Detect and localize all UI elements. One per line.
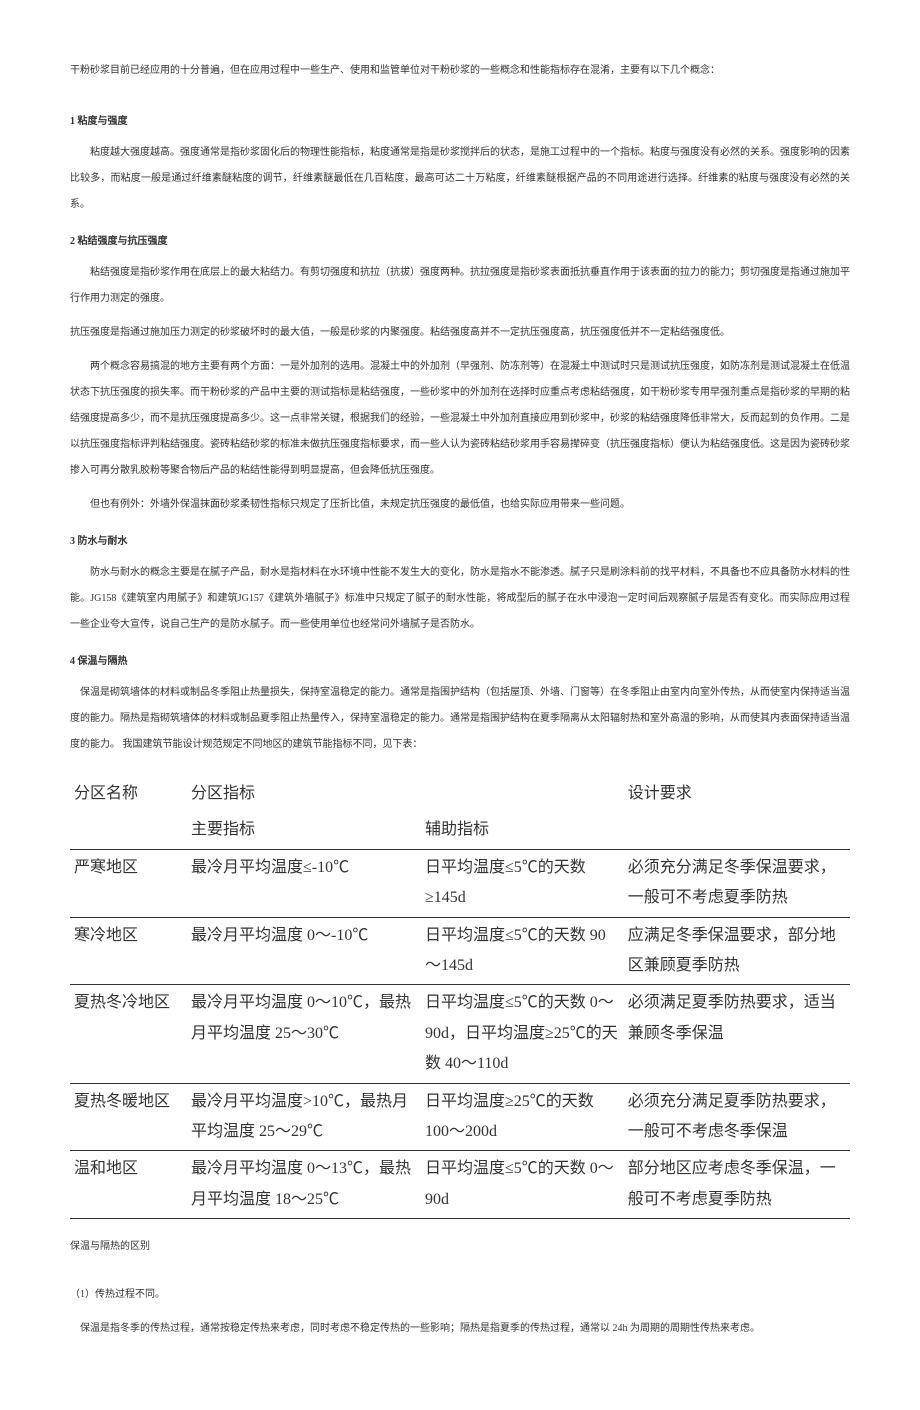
header-main: 主要指标 [187,812,421,849]
cell-req: 必须充分满足夏季防热要求，一般可不考虑冬季保温 [624,1083,850,1151]
section-1-paragraph: 粘度越大强度越高。强度通常是指砂浆固化后的物理性能指标，粘度通常是指是砂浆搅拌后… [70,140,850,218]
table-row: 寒冷地区 最冷月平均温度 0～-10℃ 日平均温度≤5℃的天数 90～145d … [70,917,850,985]
cell-req: 应满足冬季保温要求，部分地区兼顾夏季防热 [624,917,850,985]
climate-zone-table: 分区名称 分区指标 设计要求 主要指标 辅助指标 严寒地区 最冷月平均温度≤-1… [70,776,850,1219]
intro-paragraph: 干粉砂浆目前已经应用的十分普遍，但在应用过程中一些生产、使用和监管单位对干粉砂浆… [70,60,850,82]
section-2-paragraph-4: 但也有例外：外墙外保温抹面砂浆柔韧性指标只规定了压折比值，未规定抗压强度的最低值… [70,492,850,518]
header-indicator: 分区指标 [187,776,624,812]
end-paragraph-2: 保温是指冬季的传热过程，通常按稳定传热来考虑，同时考虑不稳定传热的一些影响；隔热… [70,1316,850,1342]
table-row: 严寒地区 最冷月平均温度≤-10℃ 日平均温度≤5℃的天数≥145d 必须充分满… [70,849,850,917]
table-row: 夏热冬冷地区 最冷月平均温度 0～10℃，最热月平均温度 25～30℃ 日平均温… [70,985,850,1083]
cell-req: 必须充分满足冬季保温要求，一般可不考虑夏季防热 [624,849,850,917]
table-note: 保温与隔热的区别 [70,1237,850,1252]
cell-req: 部分地区应考虑冬季保温，一般可不考虑夏季防热 [624,1151,850,1219]
table-row: 温和地区 最冷月平均温度 0～13℃，最热月平均温度 18～25℃ 日平均温度≤… [70,1151,850,1219]
section-4-paragraph: 保温是砌筑墙体的材料或制品冬季阻止热量损失，保持室温稳定的能力。通常是指围护结构… [70,680,850,758]
header-req: 设计要求 [624,776,850,849]
cell-aux: 日平均温度≤5℃的天数 90～145d [421,917,624,985]
cell-name: 夏热冬暖地区 [70,1083,187,1151]
cell-name: 温和地区 [70,1151,187,1219]
cell-main: 最冷月平均温度 0～-10℃ [187,917,421,985]
section-4-heading: 4 保温与隔热 [70,652,850,672]
section-3-heading: 3 防水与耐水 [70,532,850,552]
cell-main: 最冷月平均温度 0～13℃，最热月平均温度 18～25℃ [187,1151,421,1219]
section-2-paragraph-2: 抗压强度是指通过施加压力测定的砂浆破坏时的最大值，一般是砂浆的内聚强度。粘结强度… [70,320,850,346]
cell-req: 必须满足夏季防热要求，适当兼顾冬季保温 [624,985,850,1083]
cell-aux: 日平均温度≤5℃的天数 0～90d [421,1151,624,1219]
cell-aux: 日平均温度≥25℃的天数 100～200d [421,1083,624,1151]
section-3-paragraph: 防水与耐水的概念主要是在腻子产品，耐水是指材料在水环境中性能不发生大的变化，防水… [70,560,850,638]
end-paragraph-1: （1）传热过程不同。 [70,1282,850,1308]
cell-aux: 日平均温度≤5℃的天数≥145d [421,849,624,917]
section-2-paragraph-1: 粘结强度是指砂浆作用在底层上的最大粘结力。有剪切强度和抗拉（抗拔）强度两种。抗拉… [70,260,850,312]
cell-name: 夏热冬冷地区 [70,985,187,1083]
cell-main: 最冷月平均温度 0～10℃，最热月平均温度 25～30℃ [187,985,421,1083]
table-row: 夏热冬暖地区 最冷月平均温度>10℃，最热月平均温度 25～29℃ 日平均温度≥… [70,1083,850,1151]
table-header-row-1: 分区名称 分区指标 设计要求 [70,776,850,812]
cell-name: 寒冷地区 [70,917,187,985]
cell-aux: 日平均温度≤5℃的天数 0～90d，日平均温度≥25℃的天数 40～110d [421,985,624,1083]
section-2-paragraph-3: 两个概念容易搞混的地方主要有两个方面：一是外加剂的选用。混凝土中的外加剂（早强剂… [70,354,850,484]
section-1-heading: 1 粘度与强度 [70,112,850,132]
section-2-heading: 2 粘结强度与抗压强度 [70,232,850,252]
cell-main: 最冷月平均温度>10℃，最热月平均温度 25～29℃ [187,1083,421,1151]
cell-name: 严寒地区 [70,849,187,917]
header-name: 分区名称 [70,776,187,849]
header-aux: 辅助指标 [421,812,624,849]
cell-main: 最冷月平均温度≤-10℃ [187,849,421,917]
